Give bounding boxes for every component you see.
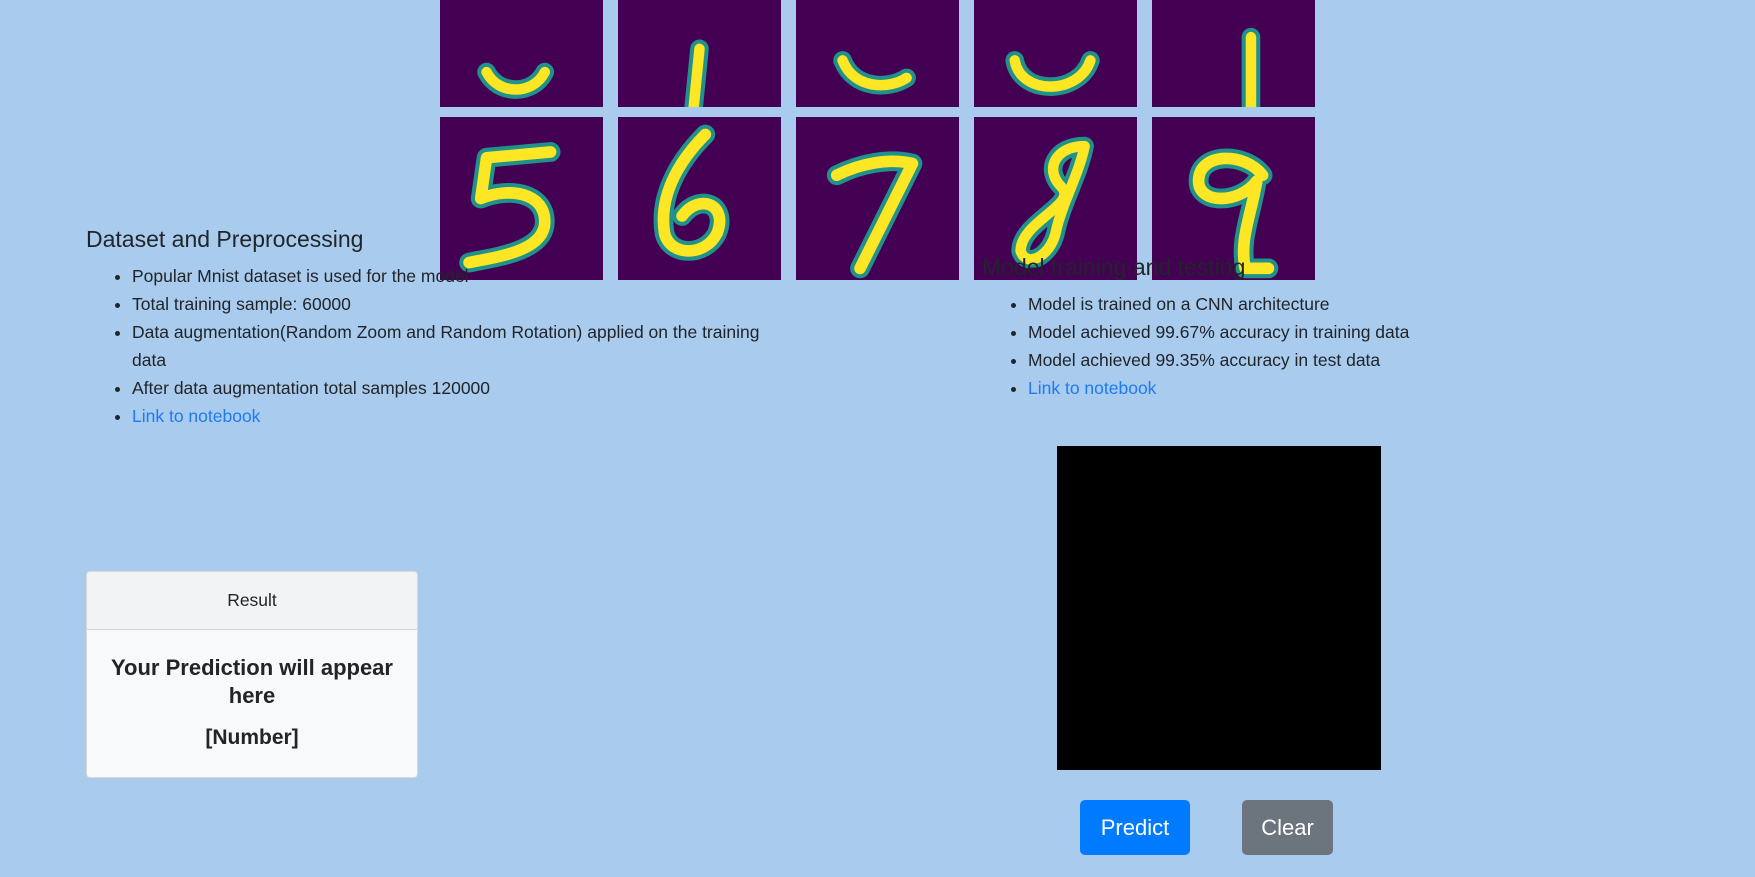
dataset-notebook-link[interactable]: Link to notebook [132,406,260,426]
drawing-canvas[interactable] [1057,446,1381,770]
training-section: Model training and testing Model is trai… [982,252,1582,402]
training-item-2: Model achieved 99.67% accuracy in traini… [1028,318,1582,346]
dataset-item-2: Total training sample: 60000 [132,290,766,318]
result-header: Result [87,572,417,630]
dataset-item-3: Data augmentation(Random Zoom and Random… [132,318,766,374]
dataset-link-item: Link to notebook [132,402,766,430]
dataset-item-1: Popular Mnist dataset is used for the mo… [132,262,766,290]
digit-sample-0 [440,0,603,107]
training-list: Model is trained on a CNN architecture M… [982,290,1582,402]
training-item-3: Model achieved 99.35% accuracy in test d… [1028,346,1582,374]
training-item-1: Model is trained on a CNN architecture [1028,290,1582,318]
digit-sample-3 [974,0,1137,107]
dataset-item-4: After data augmentation total samples 12… [132,374,766,402]
dataset-section: Dataset and Preprocessing Popular Mnist … [86,224,766,430]
predict-button[interactable]: Predict [1080,800,1190,855]
digit-sample-7 [796,117,959,280]
training-title: Model training and testing [982,254,1246,280]
prediction-number: [Number] [205,726,299,749]
clear-button[interactable]: Clear [1242,800,1333,855]
result-card: Result Your Prediction will appear here … [86,571,418,778]
digit-sample-1 [618,0,781,107]
prediction-message: Your Prediction will appear here [111,655,393,708]
digit-sample-2 [796,0,959,107]
digit-sample-4 [1152,0,1315,107]
training-notebook-link[interactable]: Link to notebook [1028,378,1156,398]
training-link-item: Link to notebook [1028,374,1582,402]
dataset-list: Popular Mnist dataset is used for the mo… [86,262,766,430]
result-body: Your Prediction will appear here [Number… [87,630,417,750]
dataset-title: Dataset and Preprocessing [86,226,364,252]
